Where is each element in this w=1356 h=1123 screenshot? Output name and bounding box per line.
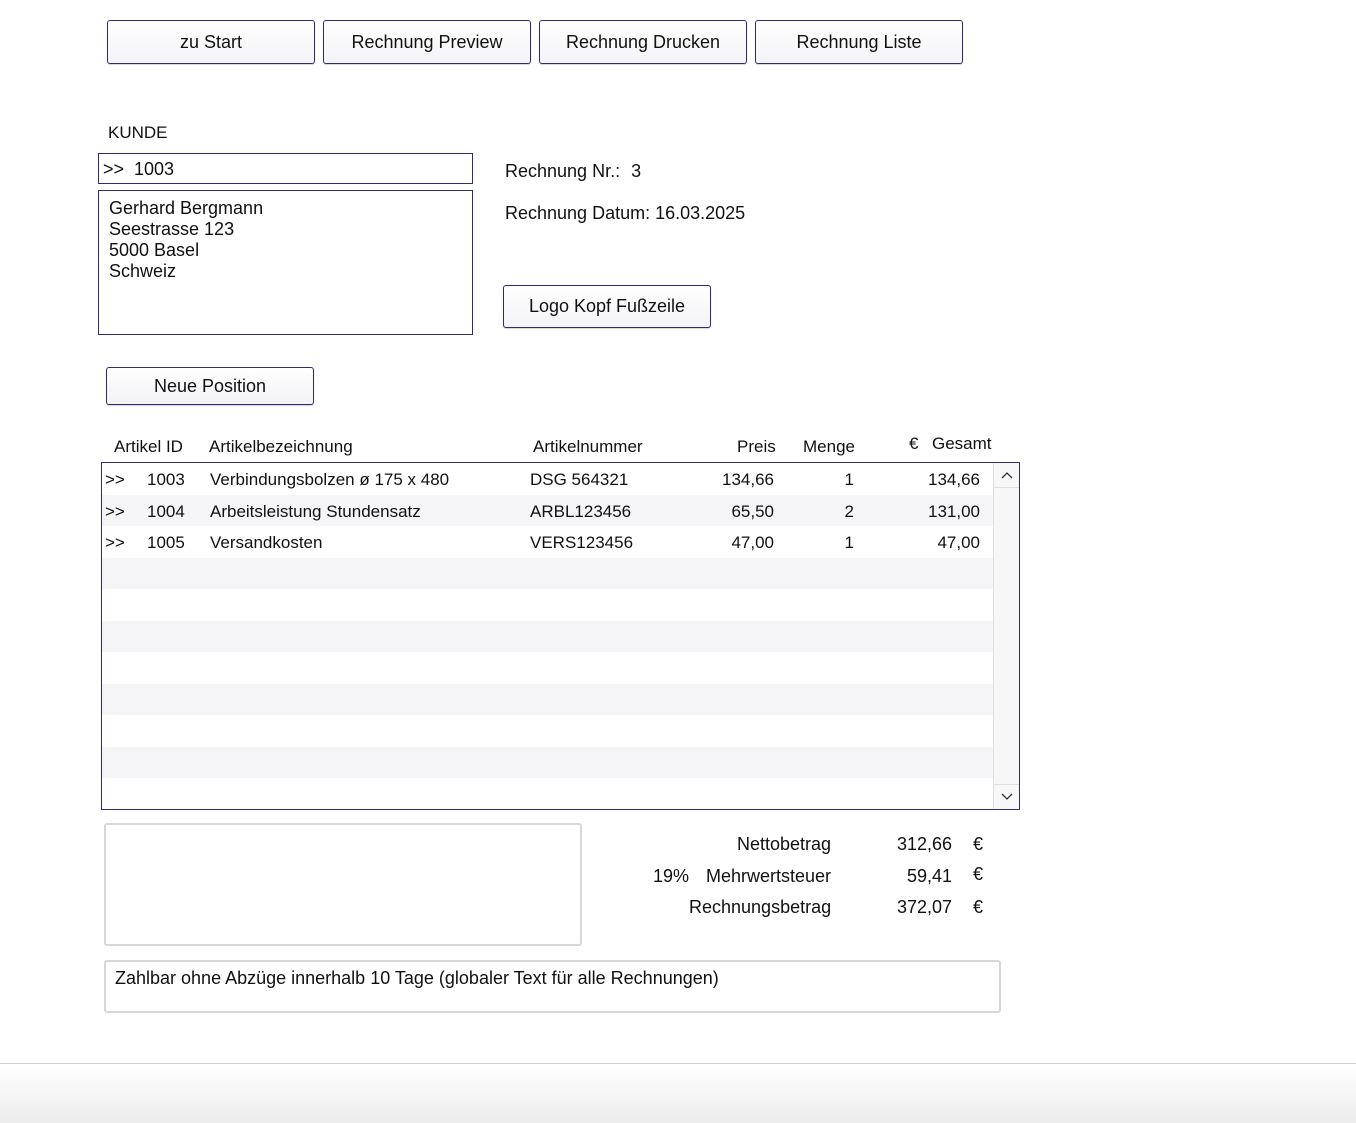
cell-price: 65,50 (731, 501, 774, 521)
cell-qty: 2 (844, 501, 854, 521)
column-header-quantity: Menge (803, 437, 855, 456)
table-row[interactable]: >> 1005 Versandkosten VERS123456 47,00 1 47,00 (102, 526, 994, 558)
column-header-description: Artikelbezeichnung (209, 437, 353, 456)
address-line: Seestrasse 123 (109, 219, 235, 239)
address-line: 5000 Basel (109, 240, 200, 260)
customer-id-value: >> 1003 (103, 159, 175, 179)
notes-field[interactable] (104, 823, 582, 946)
invoice-number: Rechnung Nr.: 3 (505, 161, 641, 182)
logo-header-footer-button[interactable]: Logo Kopf Fußzeile (503, 285, 711, 328)
customer-address-field[interactable]: Gerhard Bergmann Seestrasse 123 5000 Bas… (98, 190, 473, 335)
invoice-print-button[interactable]: Rechnung Drucken (539, 20, 747, 64)
cell-number: ARBL123456 (530, 501, 632, 521)
gross-amount-value: 372,07 (896, 897, 952, 917)
chevron-up-icon[interactable] (994, 463, 1019, 488)
table-row[interactable] (102, 683, 994, 715)
net-amount-value: 312,66 (896, 834, 952, 854)
cell-price: 47,00 (731, 533, 774, 552)
gross-currency: € (973, 897, 984, 917)
customer-id-field[interactable]: >> 1003 (98, 153, 473, 184)
table-row[interactable] (102, 652, 994, 684)
positions-table[interactable]: >> 1003 Verbindungsbolzen ø 175 x 480 DSG 5… (101, 462, 1020, 810)
column-header-currency: € (909, 434, 919, 453)
table-row[interactable] (102, 557, 994, 589)
cell-marker: >> (105, 470, 125, 489)
start-button[interactable]: zu Start (107, 20, 315, 64)
cell-qty: 1 (844, 533, 854, 552)
vat-value: 59,41 (906, 866, 952, 886)
cell-name: Verbindungsbolzen ø 175 x 480 (210, 470, 450, 489)
column-header-price: Preis (737, 437, 776, 456)
address-line: Gerhard Bergmann (109, 198, 264, 218)
net-amount-label: Nettobetrag (737, 834, 832, 854)
cell-id: 1005 (147, 533, 185, 552)
cell-total: 47,00 (937, 533, 980, 552)
cell-number: VERS123456 (530, 533, 634, 552)
column-header-article-id: Artikel ID (114, 437, 183, 456)
cell-marker: >> (105, 533, 125, 552)
footer-text-field[interactable]: Zahlbar ohne Abzüge innerhalb 10 Tage (g… (104, 960, 1001, 1013)
vat-label: Mehrwertsteuer (706, 866, 832, 886)
invoice-number-label: Rechnung Nr.: (505, 161, 621, 181)
cell-id: 1003 (147, 470, 185, 489)
table-scrollbar[interactable] (993, 463, 1019, 809)
cell-marker: >> (105, 501, 125, 521)
table-row[interactable] (102, 589, 994, 621)
new-position-button[interactable]: Neue Position (106, 367, 314, 405)
chevron-down-icon[interactable] (994, 784, 1019, 809)
net-currency: € (973, 834, 984, 854)
table-row[interactable] (102, 715, 994, 747)
vat-currency: € (973, 864, 984, 884)
invoice-date: Rechnung Datum: 16.03.2025 (505, 203, 745, 224)
table-row[interactable]: >> 1004 Arbeitsleistung Stundensatz ARBL123… (102, 494, 994, 526)
cell-name: Arbeitsleistung Stundensatz (210, 501, 421, 521)
cell-price: 134,66 (722, 470, 774, 489)
invoice-preview-button[interactable]: Rechnung Preview (323, 20, 531, 64)
footer-text: Zahlbar ohne Abzüge innerhalb 10 Tage (g… (115, 968, 719, 988)
column-header-article-number: Artikelnummer (533, 437, 643, 456)
gross-amount-label: Rechnungsbetrag (689, 897, 832, 917)
table-row[interactable]: >> 1003 Verbindungsbolzen ø 175 x 480 DSG 5… (102, 463, 994, 495)
invoice-date-label: Rechnung Datum: (505, 203, 651, 223)
address-line: Schweiz (109, 261, 177, 281)
invoice-date-value: 16.03.2025 (655, 203, 746, 223)
table-row[interactable] (102, 778, 994, 809)
table-row[interactable] (102, 620, 994, 652)
cell-qty: 1 (844, 470, 854, 489)
cell-name: Versandkosten (210, 533, 323, 552)
invoice-number-value: 3 (631, 161, 642, 181)
cell-number: DSG 564321 (530, 470, 629, 489)
table-row[interactable] (102, 746, 994, 778)
cell-total: 134,66 (928, 470, 980, 489)
cell-id: 1004 (147, 501, 185, 521)
column-header-total: Gesamt (932, 434, 992, 453)
invoice-list-button[interactable]: Rechnung Liste (755, 20, 963, 64)
customer-heading: KUNDE (108, 123, 168, 142)
bottom-bar (0, 1063, 1356, 1123)
vat-rate: 19% (653, 866, 690, 886)
cell-total: 131,00 (928, 501, 980, 521)
